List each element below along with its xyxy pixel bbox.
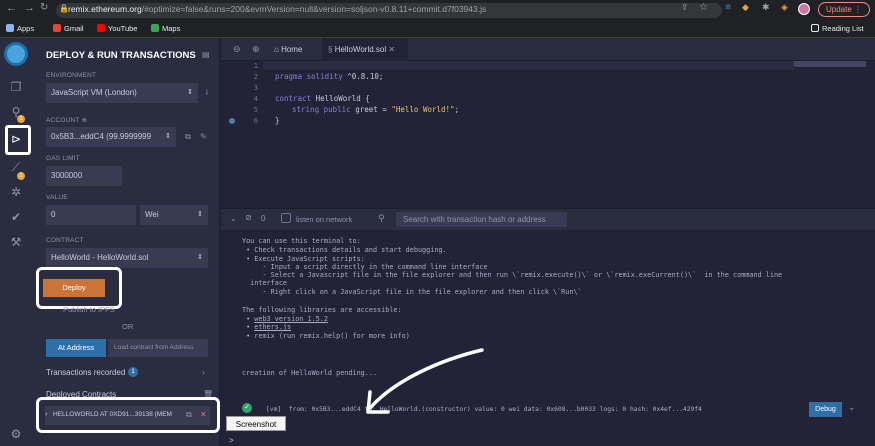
annotation-arrow	[366, 348, 484, 414]
